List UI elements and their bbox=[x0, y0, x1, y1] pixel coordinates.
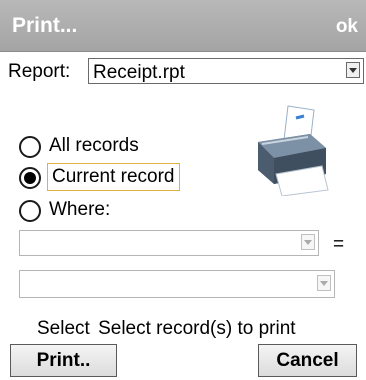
radio-button[interactable] bbox=[19, 136, 41, 158]
chevron-down-icon[interactable] bbox=[317, 275, 331, 291]
title-bar: Print... ok bbox=[0, 0, 366, 52]
where-field-select[interactable] bbox=[19, 230, 319, 256]
radio-label: All records bbox=[49, 135, 139, 156]
radio-label: Current record bbox=[47, 163, 180, 191]
report-label: Report: bbox=[8, 61, 71, 82]
chevron-down-icon[interactable] bbox=[346, 62, 360, 78]
ok-button[interactable]: ok bbox=[336, 16, 358, 38]
radio-button-selected[interactable] bbox=[19, 167, 41, 189]
status-text: Select record(s) to print bbox=[98, 318, 296, 339]
cancel-button[interactable]: Cancel bbox=[258, 344, 357, 377]
print-button[interactable]: Print.. bbox=[10, 344, 117, 377]
report-select-value: Receipt.rpt bbox=[93, 62, 185, 83]
radio-button[interactable] bbox=[19, 200, 41, 222]
radio-label: Where: bbox=[49, 199, 111, 220]
printer-icon bbox=[252, 104, 330, 201]
chevron-down-icon[interactable] bbox=[301, 234, 315, 250]
status-prefix: Select bbox=[37, 318, 90, 339]
window-title: Print... bbox=[12, 14, 78, 37]
radio-dot bbox=[24, 172, 36, 184]
report-select[interactable]: Receipt.rpt bbox=[88, 58, 364, 84]
status-line: Select Select record(s) to print bbox=[37, 318, 296, 340]
where-operator: = bbox=[333, 234, 345, 255]
where-value-select[interactable] bbox=[19, 270, 335, 298]
